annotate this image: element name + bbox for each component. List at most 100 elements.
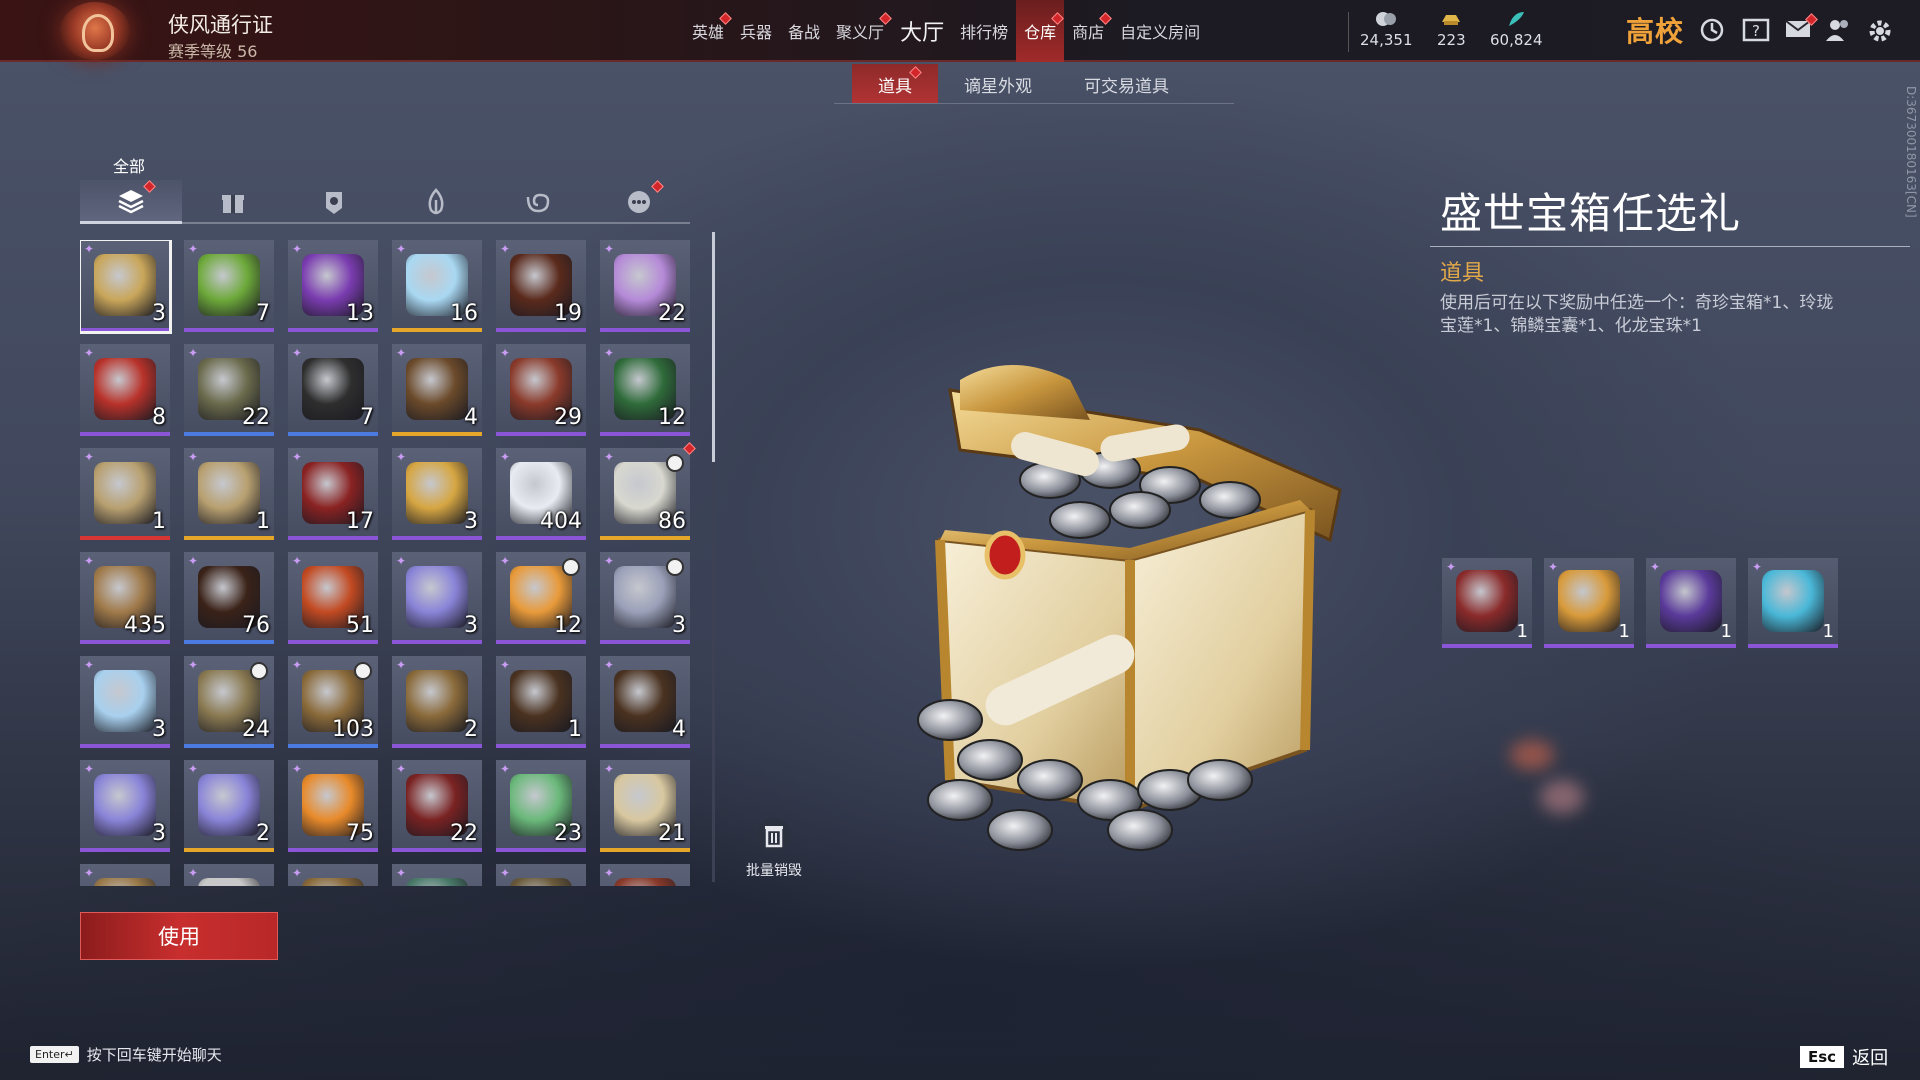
item-count: 19 <box>554 301 582 326</box>
help-icon[interactable]: ? <box>1742 17 1770 45</box>
quality-mark-icon: ✦ <box>84 866 95 880</box>
inventory-item[interactable]: ✦ <box>496 864 586 886</box>
subtab-0[interactable]: 道具 <box>852 64 938 104</box>
quality-mark-icon: ✦ <box>1752 560 1763 574</box>
pass-emblem-icon[interactable] <box>60 2 130 60</box>
currency-coin[interactable]: 24,351 <box>1360 10 1413 49</box>
reward-item[interactable]: ✦ 1 <box>1544 558 1634 648</box>
inventory-item[interactable]: ✦ 51 <box>288 552 378 644</box>
inventory-item[interactable]: ✦ <box>288 864 378 886</box>
inventory-item[interactable]: ✦ <box>392 864 482 886</box>
notification-dot <box>651 180 664 193</box>
inventory-item[interactable]: ✦ 75 <box>288 760 378 852</box>
timer-icon[interactable] <box>1698 17 1726 45</box>
inventory-item[interactable]: ✦ 3 <box>80 240 172 334</box>
inventory-item[interactable]: ✦ 4 <box>392 344 482 436</box>
inventory-item[interactable]: ✦ 435 <box>80 552 170 644</box>
category-tab-4[interactable] <box>487 180 589 224</box>
item-count: 3 <box>152 821 166 846</box>
category-tab-0[interactable] <box>80 180 182 224</box>
item-count: 12 <box>554 613 582 638</box>
item-description: 使用后可在以下奖励中任选一个：奇珍宝箱*1、玲珑宝莲*1、锦鳞宝囊*1、化龙宝珠… <box>1440 293 1834 336</box>
item-count: 3 <box>464 509 478 534</box>
nav-item-7[interactable]: 商店 <box>1064 0 1112 62</box>
ambient-light <box>1510 740 1554 770</box>
quality-mark-icon: ✦ <box>292 762 303 776</box>
inventory-item[interactable]: ✦ 86 <box>600 442 696 540</box>
inventory-item[interactable]: ✦ 17 <box>288 448 378 540</box>
nav-item-5[interactable]: 排行榜 <box>952 0 1016 62</box>
inventory-item[interactable]: ✦ 3 <box>80 760 170 852</box>
inventory-item[interactable]: ✦ 21 <box>600 760 690 852</box>
inventory-item[interactable]: ✦ 16 <box>392 240 482 332</box>
inventory-item[interactable]: ✦ 4 <box>600 656 690 748</box>
inventory-item[interactable]: ✦ <box>184 864 274 886</box>
item-count: 435 <box>124 613 166 638</box>
currency-feather[interactable]: 60,824 <box>1490 10 1543 49</box>
inventory-item[interactable]: ✦ 22 <box>600 240 690 332</box>
nav-item-2[interactable]: 备战 <box>780 0 828 62</box>
bulk-destroy-button[interactable]: 批量销毁 <box>742 816 806 880</box>
inventory-item[interactable]: ✦ 3 <box>600 552 690 644</box>
inventory-item[interactable]: ✦ <box>80 864 170 886</box>
category-tab-2[interactable] <box>283 180 385 224</box>
nav-item-3[interactable]: 聚义厅 <box>828 0 892 62</box>
treasure-chest-image <box>917 365 1342 851</box>
top-bar: 侠风通行证 赛季等级 56 英雄 兵器 备战 聚义厅 大厅 排行榜 仓库 商店 自定义房间 24… <box>0 0 1920 62</box>
inventory-item[interactable]: ✦ <box>600 864 690 886</box>
inventory-item[interactable]: ✦ 76 <box>184 552 274 644</box>
currency-gold[interactable]: 223 <box>1437 10 1466 49</box>
inventory-item[interactable]: ✦ 19 <box>496 240 586 332</box>
reward-item[interactable]: ✦ 1 <box>1646 558 1736 648</box>
reward-item[interactable]: ✦ 1 <box>1748 558 1838 648</box>
category-tab-3[interactable] <box>385 180 487 224</box>
bulk-destroy-label: 批量销毁 <box>746 863 802 879</box>
inventory-item[interactable]: ✦ 22 <box>184 344 274 436</box>
quality-mark-icon: ✦ <box>500 762 511 776</box>
inventory-item[interactable]: ✦ 8 <box>80 344 170 436</box>
item-count: 3 <box>672 613 686 638</box>
item-count: 13 <box>346 301 374 326</box>
inventory-item[interactable]: ✦ 1 <box>496 656 586 748</box>
chat-hint[interactable]: Enter↵ 按下回车键开始聊天 <box>30 1044 222 1065</box>
inventory-item[interactable]: ✦ 1 <box>184 448 274 540</box>
subtab-1[interactable]: 谪星外观 <box>938 64 1058 104</box>
inventory-item[interactable]: ✦ 12 <box>496 552 586 644</box>
inventory-item[interactable]: ✦ 3 <box>392 448 482 540</box>
inventory-item[interactable]: ✦ 7 <box>288 344 378 436</box>
friends-icon[interactable] <box>1824 17 1852 45</box>
inventory-item[interactable]: ✦ 13 <box>288 240 378 332</box>
nav-item-8[interactable]: 自定义房间 <box>1112 0 1208 62</box>
inventory-item[interactable]: ✦ 22 <box>392 760 482 852</box>
nav-item-0[interactable]: 英雄 <box>684 0 732 62</box>
nav-item-4[interactable]: 大厅 <box>892 0 952 62</box>
nav-item-1[interactable]: 兵器 <box>732 0 780 62</box>
inventory-item[interactable]: ✦ 29 <box>496 344 586 436</box>
inventory-item[interactable]: ✦ 24 <box>184 656 274 748</box>
item-count: 1 <box>152 509 166 534</box>
inventory-item[interactable]: ✦ 7 <box>184 240 274 332</box>
inventory-item[interactable]: ✦ 2 <box>392 656 482 748</box>
item-count: 7 <box>256 301 270 326</box>
back-button[interactable]: Esc 返回 <box>1800 1044 1888 1070</box>
inventory-item[interactable]: ✦ 3 <box>392 552 482 644</box>
inventory-item[interactable]: ✦ 2 <box>184 760 274 852</box>
category-tab-1[interactable] <box>182 180 284 224</box>
quality-mark-icon: ✦ <box>500 346 511 360</box>
inventory-item[interactable]: ✦ 12 <box>600 344 690 436</box>
inventory-item[interactable]: ✦ 103 <box>288 656 378 748</box>
inventory-item[interactable]: ✦ 3 <box>80 656 170 748</box>
subtab-2[interactable]: 可交易道具 <box>1058 64 1195 104</box>
use-button[interactable]: 使用 <box>80 912 278 960</box>
nav-item-6[interactable]: 仓库 <box>1016 0 1065 62</box>
reward-item[interactable]: ✦ 1 <box>1442 558 1532 648</box>
brand-logo[interactable]: 高校 <box>1626 10 1684 50</box>
inventory-item[interactable]: ✦ 404 <box>496 448 586 540</box>
category-tab-5[interactable] <box>588 180 690 224</box>
mail-icon[interactable] <box>1784 13 1818 45</box>
inventory-item[interactable]: ✦ 1 <box>80 448 170 540</box>
settings-gear-icon[interactable] <box>1866 17 1894 45</box>
inventory-item[interactable]: ✦ 23 <box>496 760 586 852</box>
scrollbar-thumb[interactable] <box>712 232 715 462</box>
pass-title[interactable]: 侠风通行证 <box>168 9 273 39</box>
